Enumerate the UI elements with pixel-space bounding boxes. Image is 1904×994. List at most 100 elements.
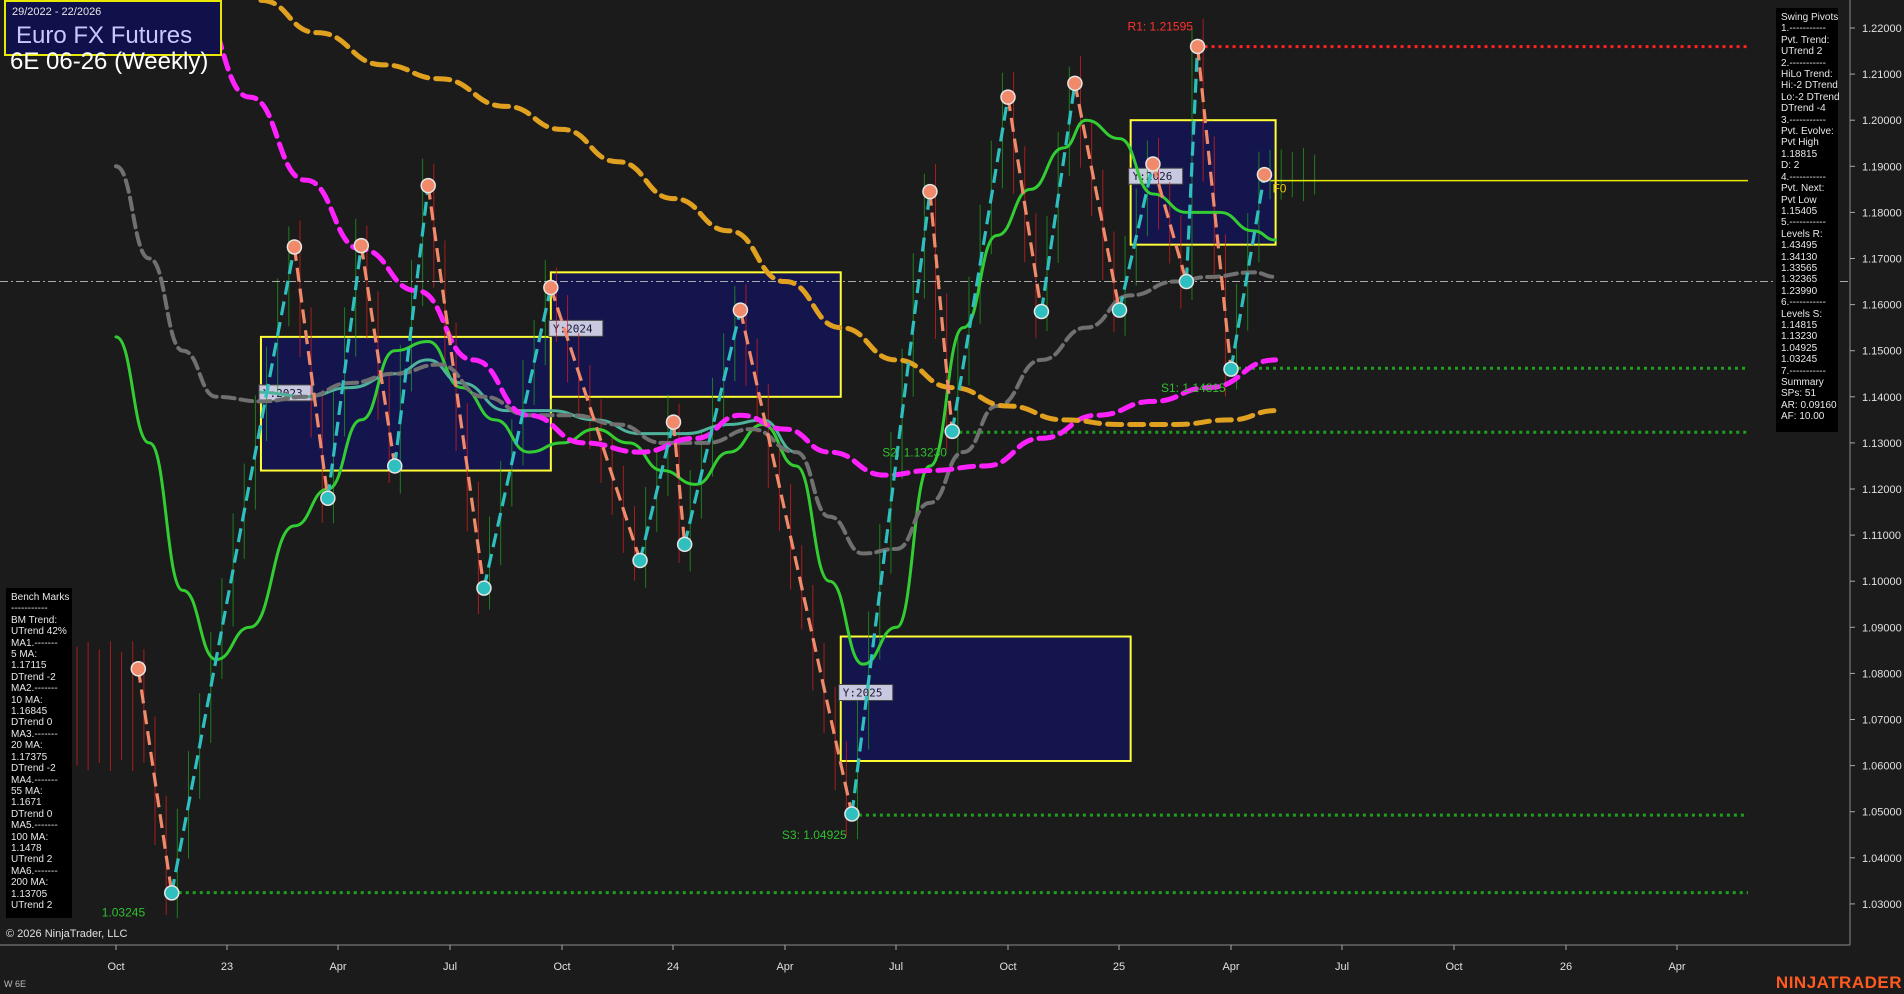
benchmark-line: 1.17115 [11,660,47,672]
y-tick-label: 1.14000 [1862,392,1902,404]
benchmark-line: UTrend 2 [11,854,53,866]
y-tick-label: 1.21000 [1862,69,1902,81]
y-tick-label: 1.04000 [1862,853,1902,865]
x-tick-label: Oct [1445,961,1462,973]
level-label: R1: 1.21595 [1128,20,1194,34]
y-tick-label: 1.18000 [1862,207,1902,219]
swing-low-marker [676,536,693,553]
x-tick-label: 26 [1560,961,1572,973]
x-tick-label: Apr [776,961,793,973]
benchmark-line: 55 MA: [11,785,43,797]
swing-low-marker [387,458,403,474]
swing-pivot-line: 1.23990 [1781,285,1818,297]
x-tick-label: Oct [999,961,1016,973]
swing-pivot-line: Pvt. Next: [1781,183,1825,195]
swing-pivot-line: 1.13230 [1781,331,1818,343]
swing-low-marker [1033,303,1050,320]
swing-pivot-line: AR: 0.09160 [1781,399,1837,411]
copyright-text: © 2026 NinjaTrader, LLC [6,928,128,940]
benchmark-line: MA4.------- [11,774,58,786]
swing-pivot-line: Pvt Low [1781,194,1817,206]
swing-high-marker [420,177,436,194]
swing-low-marker [944,423,960,440]
level-label: S1: 1.14815 [1161,381,1226,395]
swing-pivot-line: D: 2 [1781,160,1800,172]
swing-pivot-line: 4.----------- [1781,171,1826,183]
swing-high-marker [1189,38,1206,55]
x-tick-label: 23 [221,961,233,973]
y-tick-label: 1.06000 [1862,761,1902,773]
swing-pivot-line: Pvt High [1781,137,1819,149]
swing-high-marker [1256,166,1273,183]
swing-pivot-line: 1.----------- [1781,23,1826,35]
brand-logo: NINJATRADER [1775,973,1902,992]
swing-pivot-line: 1.15405 [1781,205,1818,217]
y-tick-label: 1.16000 [1862,300,1902,312]
level-label: S3: 1.04925 [782,828,847,842]
benchmark-line: MA5.------- [11,820,58,832]
swing-pivot-line: Swing Pivots [1781,12,1839,23]
benchmark-line: 1.17375 [11,751,48,763]
swing-high-marker [286,239,303,255]
swing-pivot-line: 5.----------- [1781,217,1826,229]
swing-pivot-line: Summary [1781,377,1824,388]
x-tick-label: 24 [667,961,679,973]
swing-pivot-line: 1.04925 [1781,342,1818,354]
y-tick-label: 1.20000 [1862,115,1902,127]
y-tick-label: 1.03000 [1862,899,1902,911]
benchmark-line: DTrend -2 [11,671,56,683]
swing-high-marker [130,661,147,677]
benchmark-line: 1.1478 [11,842,42,854]
swing-pivot-line: 1.43495 [1781,240,1818,252]
benchmark-line: 1.13705 [11,888,48,900]
swing-high-marker [353,237,370,254]
price-chart[interactable]: Y:2023Y:2024Y:2025Y:2026 R1: 1.21595F0S1… [0,0,1904,994]
swing-pivot-line: Levels S: [1781,308,1823,320]
swing-pivot-line: 1.14815 [1781,319,1818,331]
date-range: 29/2022 - 22/2026 [12,6,102,18]
benchmark-line: 200 MA: [11,877,49,889]
swing-low-marker [476,580,492,596]
swing-pivot-line: 2.----------- [1781,57,1826,69]
y-tick-label: 1.15000 [1862,346,1902,358]
swing-pivot-line: 1.03245 [1781,354,1818,366]
swing-pivot-line: AF: 10.00 [1781,411,1825,423]
swing-pivot-line: Lo:-2 DTrend [1781,91,1840,103]
swing-pivot-line: 1.32365 [1781,274,1818,286]
benchmark-line: 10 MA: [11,694,43,706]
y-tick-label: 1.08000 [1862,668,1902,680]
benchmark-line: UTrend 2 [11,899,53,911]
swing-low-marker [632,552,648,569]
y-tick-label: 1.09000 [1862,622,1902,634]
symbol-tag: W 6E [4,979,27,989]
swing-pivots-panel: Swing Pivots 1.----------- Pvt. Trend: UTre… [1776,8,1840,432]
y-tick-label: 1.11000 [1862,530,1901,542]
y-tick-label: 1.22000 [1862,23,1902,35]
swing-high-marker [922,183,938,200]
benchmark-line: MA6.------- [11,865,58,877]
benchmark-line: DTrend 0 [11,808,53,820]
swing-high-marker [732,302,749,318]
swing-high-marker [665,414,682,430]
benchmark-line: BM Trend: [11,614,58,626]
benchmark-line: 1.16845 [11,706,48,718]
x-tick-label: Oct [553,961,570,973]
benchmark-line: 5 MA: [11,649,38,661]
swing-low-marker [320,490,336,506]
swing-high-marker [1067,75,1083,92]
level-label: 1.03245 [102,906,146,920]
year-box-label: Y:2024 [553,322,593,335]
swing-low-marker [1178,273,1195,290]
x-tick-label: Jul [443,961,457,973]
benchmark-line: 1.1671 [11,797,42,809]
swing-pivot-line: Pvt. Trend: [1781,34,1830,46]
swing-pivot-line: 7.----------- [1781,365,1826,377]
swing-low-marker [1223,361,1239,377]
swing-pivot-line: DTrend -4 [1781,103,1826,115]
level-label: F0 [1272,182,1286,196]
level-label: S2: 1.13230 [882,445,947,459]
y-tick-label: 1.07000 [1862,715,1902,727]
y-tick-label: 1.17000 [1862,254,1902,266]
x-tick-label: Oct [107,961,124,973]
swing-pivot-line: UTrend 2 [1781,46,1823,58]
